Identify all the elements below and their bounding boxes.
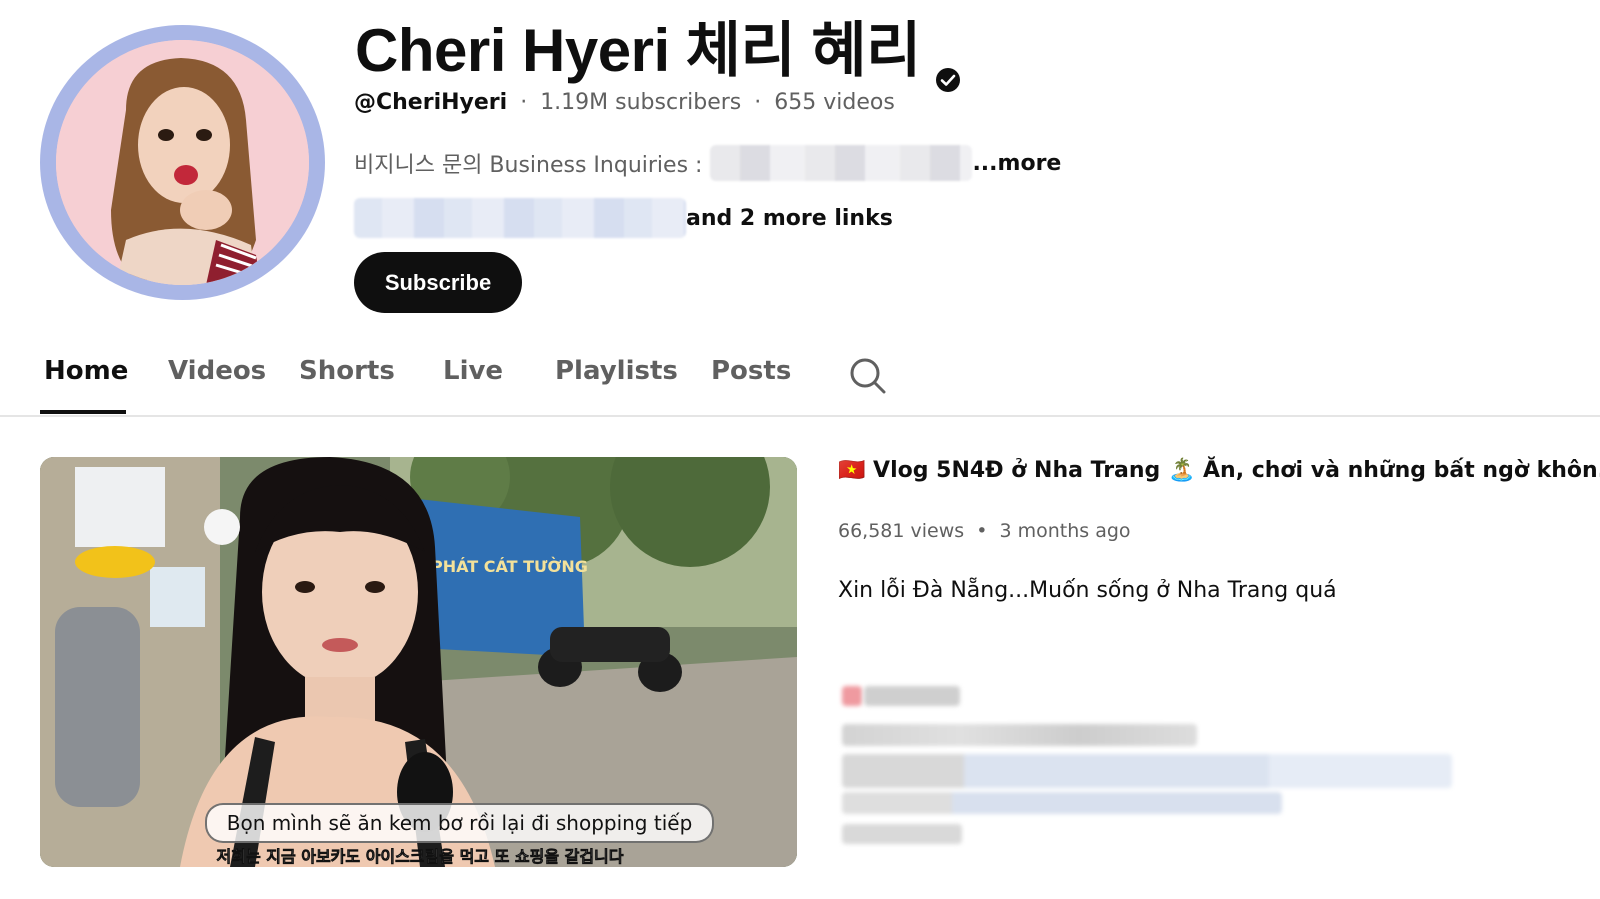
redacted-line [842,824,962,844]
video-subtitle-korean: 저희는 지금 아보카도 아이스크림을 먹고 또 쇼핑을 갈겁니다 [216,847,624,867]
featured-video-stats: 66,581 views • 3 months ago [838,520,1131,542]
avatar-photo [56,40,309,285]
meta-separator: · [520,90,528,115]
verified-check-icon [935,38,961,92]
tab-live[interactable]: Live [443,356,503,386]
tab-videos[interactable]: Videos [168,356,266,386]
tab-home[interactable]: Home [44,356,128,386]
video-count: 655 videos [774,90,895,115]
redacted-flag [842,686,862,706]
redacted-line [842,754,1452,788]
channel-avatar[interactable] [40,25,325,300]
redacted-description-block [820,682,1452,852]
svg-text:N PHÁT CÁT TƯỜNG: N PHÁT CÁT TƯỜNG [412,557,588,576]
channel-title: Cheri Hyeri 체리 혜리 [355,2,961,92]
subscribe-button[interactable]: Subscribe [354,252,522,313]
search-icon[interactable] [848,356,888,396]
channel-tabs: Home Videos Shorts Live Playlists Posts [0,340,1600,417]
upload-age: 3 months ago [999,520,1131,542]
description-text: 비지니스 문의 Business Inquiries : [354,153,703,178]
redacted-email [710,145,973,181]
redacted-line [842,792,1282,814]
more-links-label[interactable]: and 2 more links [686,206,893,231]
meta-separator: · [754,90,762,115]
tab-shorts[interactable]: Shorts [299,356,395,386]
view-count: 66,581 views [838,520,965,542]
subscriber-count: 1.19M subscribers [540,90,742,115]
tab-playlists[interactable]: Playlists [555,356,678,386]
video-subtitle-vietnamese: Bọn mình sẽ ăn kem bơ rồi lại đi shoppin… [205,803,714,843]
channel-description[interactable]: 비지니스 문의 Business Inquiries : ...more [354,145,1061,181]
channel-links[interactable]: and 2 more links [354,198,893,238]
redacted-link [354,198,686,238]
featured-video-description: Xin lỗi Đà Nẵng...Muốn sống ở Nha Trang … [838,578,1337,603]
channel-handle: @CheriHyeri [354,90,508,115]
channel-name-text: Cheri Hyeri 체리 혜리 [355,17,921,84]
active-tab-indicator [40,410,126,414]
featured-video-title[interactable]: 🇻🇳 Vlog 5N4Đ ở Nha Trang 🏝️ Ăn, chơi và … [838,458,1600,483]
redacted-line [864,686,960,706]
stats-separator: • [976,520,988,542]
tab-posts[interactable]: Posts [711,356,791,386]
featured-video-thumbnail[interactable]: N PHÁT CÁT TƯỜNG Bọn mình sẽ ăn kem bơ r… [40,457,797,867]
channel-meta: @CheriHyeri · 1.19M subscribers · 655 vi… [354,90,895,115]
description-more-link[interactable]: ...more [972,151,1061,176]
redacted-line [842,724,1197,746]
